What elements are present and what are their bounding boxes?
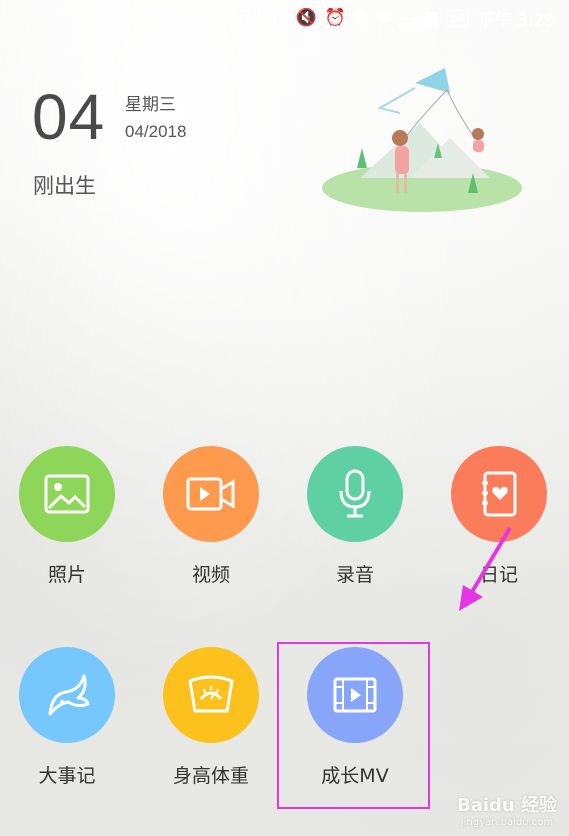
date-weekday: 星期三 [125,95,176,115]
scale-icon [188,675,234,713]
network-speed: 58B/s [239,8,288,28]
eye-icon: ◉ [353,8,369,28]
microphone-icon [339,469,371,518]
clock: 下午 3:29 [477,10,555,31]
videos-button[interactable] [163,446,259,542]
kite-illustration [322,68,522,212]
grid-item-videos[interactable]: 视频 [146,446,276,587]
watermark-url: jingyan.baidu.com [460,817,554,828]
grid-item-label: 大事记 [38,765,96,787]
mute-icon: 🔇 [295,8,317,28]
watermark-brand: Baidu 经验 [456,795,557,816]
annotation-arrow [459,526,512,611]
date-month-year: 04/2018 [125,122,187,141]
highlight-box [277,642,430,809]
milestones-button[interactable] [19,647,115,743]
date-day: 04 [32,81,106,153]
grid-item-label: 照片 [47,564,86,586]
status-bar: 58B/s 🔇 ⏰ ◉ ≋ ▂▄▆ 69 下午 3:29 [0,0,569,36]
fish-tail-icon [48,674,90,716]
height-weight-button[interactable] [163,647,259,743]
age-label: 刚出生 [33,174,96,198]
photos-button[interactable] [19,446,115,542]
grid-item-audio[interactable]: 录音 [290,446,420,587]
grid-item-milestones[interactable]: 大事记 [2,647,132,788]
diary-heart-icon [482,471,517,517]
grid-item-label: 视频 [191,564,230,586]
audio-button[interactable] [307,446,403,542]
grid-item-height-weight[interactable]: 身高体重 [146,647,276,788]
video-camera-icon [186,477,235,511]
baidu-watermark: Baidu 经验 jingyan.baidu.com [457,791,557,828]
battery-indicator: 69 [446,9,470,27]
grid-item-label: 身高体重 [172,765,249,787]
alarm-icon: ⏰ [324,8,346,28]
image-icon [44,474,90,514]
signal-icon: ▂▄▆ [398,8,439,28]
grid-item-label: 录音 [335,564,374,586]
grid-item-photos[interactable]: 照片 [2,446,132,587]
wifi-icon: ≋ [376,8,391,28]
